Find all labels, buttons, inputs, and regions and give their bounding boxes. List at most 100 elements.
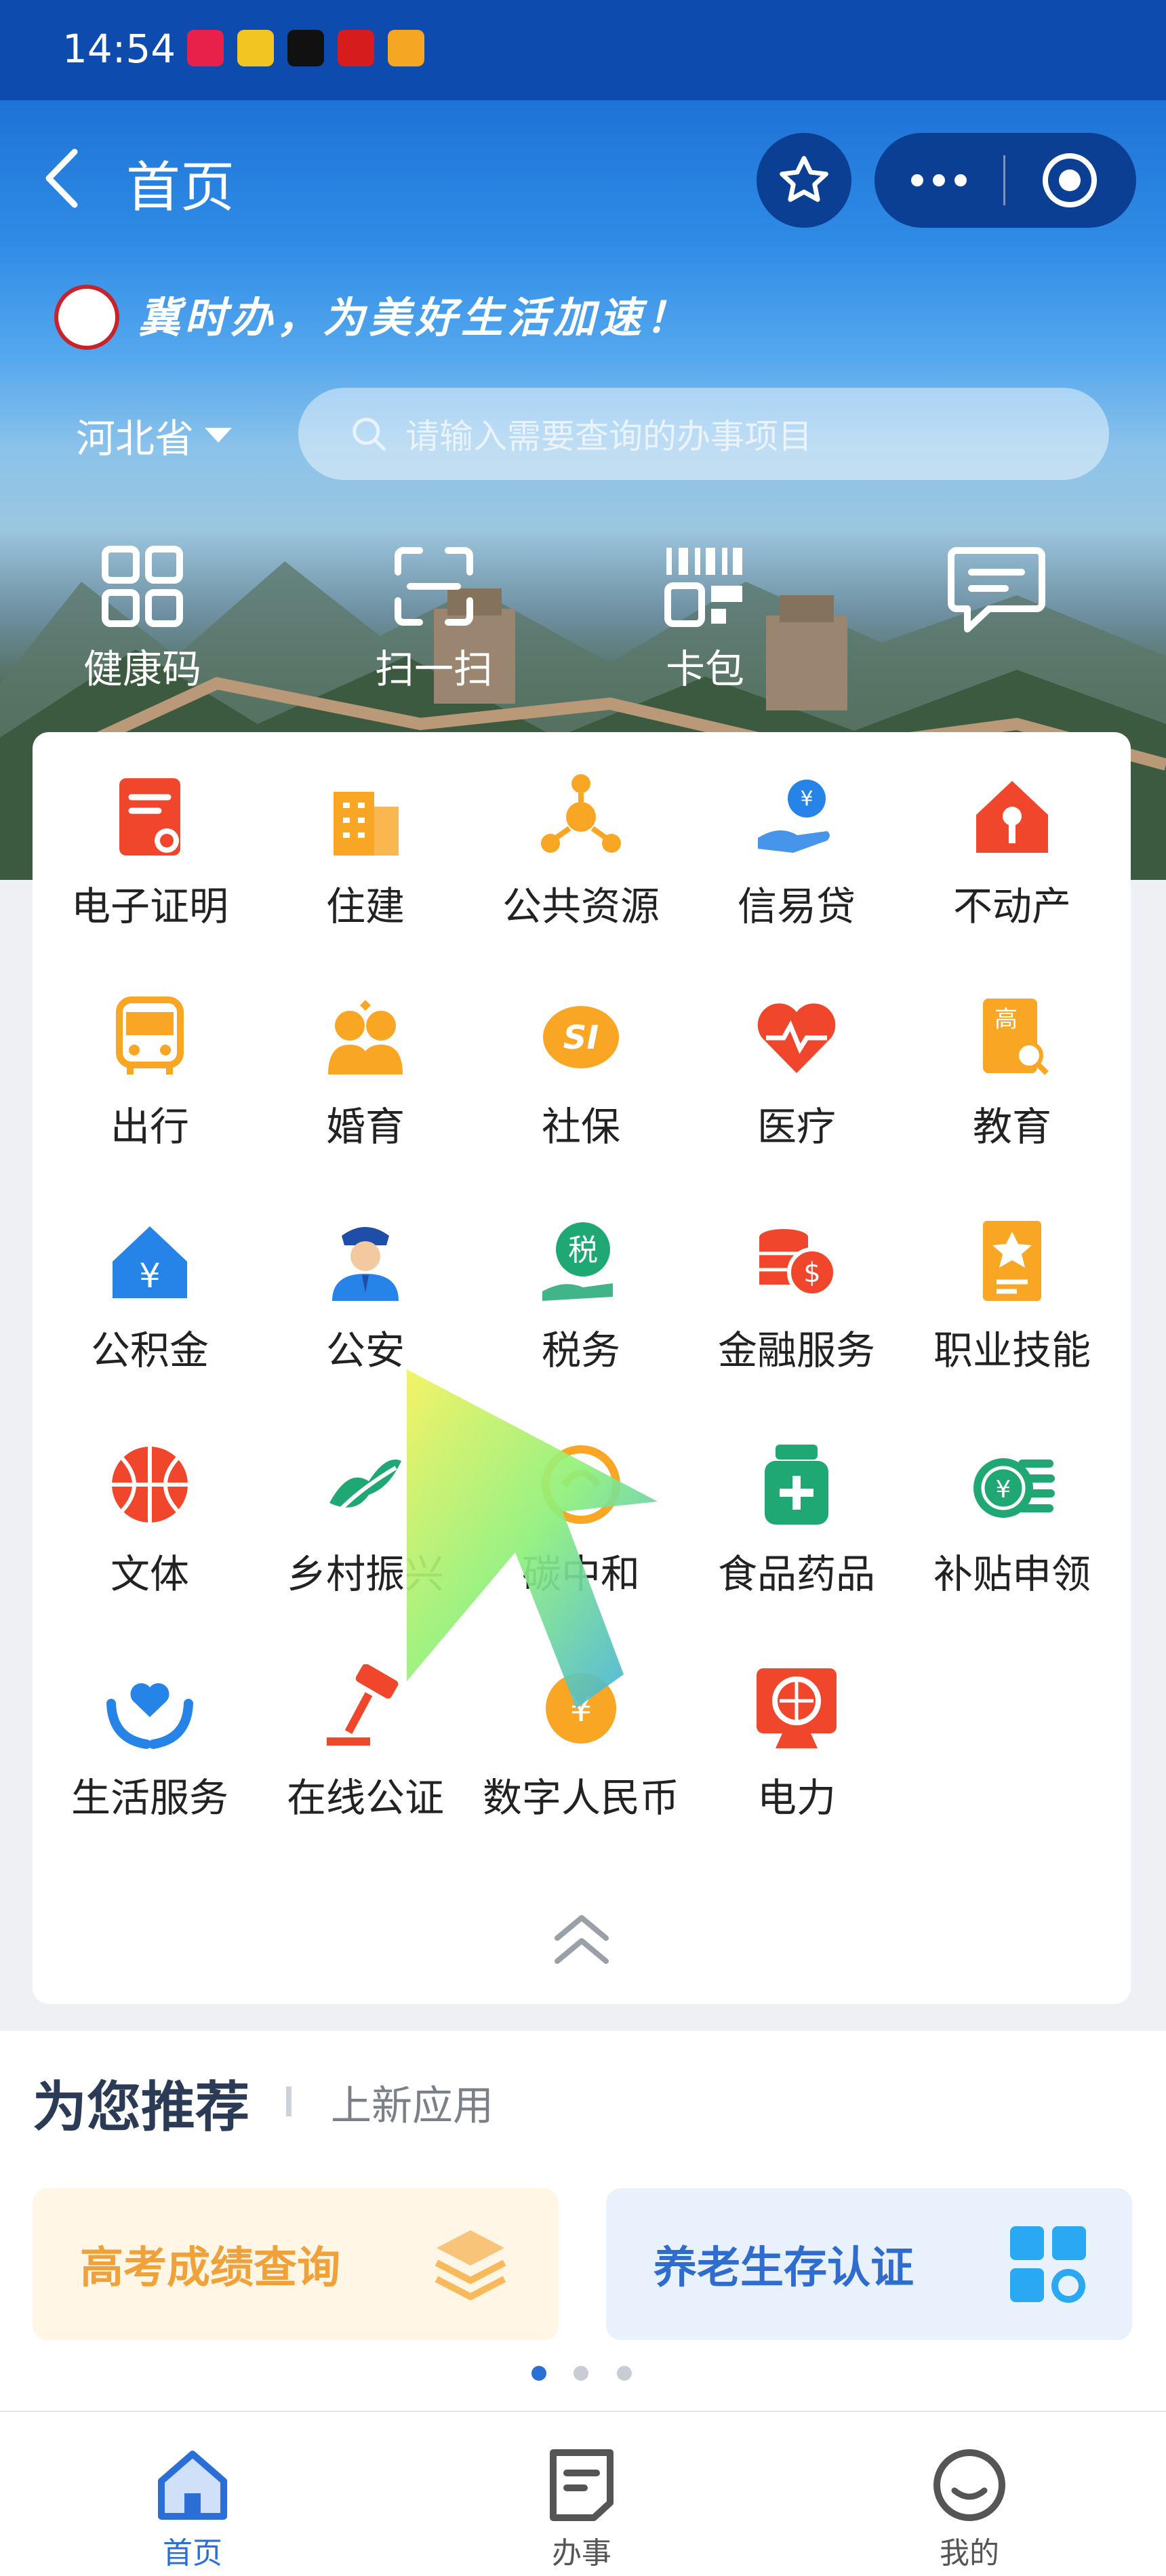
tab-home[interactable]: 首页 <box>104 2446 281 2572</box>
search-bar[interactable]: 请输入需要查询的办事项目 <box>298 388 1109 480</box>
service-label: 文体 <box>110 1551 189 1597</box>
tab-label: 办事 <box>552 2536 611 2571</box>
search-input[interactable]: 请输入需要查询的办事项目 <box>405 409 812 458</box>
government-logo <box>54 285 119 350</box>
service-item[interactable]: $ 金融服务 <box>689 1217 904 1400</box>
recommend-section: 为您推荐 上新应用 高考成绩查询 养老生存认证 <box>0 2031 1166 2411</box>
service-label: 医疗 <box>757 1104 836 1150</box>
svg-text:税: 税 <box>568 1233 598 1268</box>
qr-grid-icon <box>102 546 183 627</box>
home-icon <box>158 2451 227 2520</box>
notification-app-icon <box>187 30 224 66</box>
notification-app-icon <box>388 30 424 66</box>
service-label: 信易贷 <box>737 883 856 929</box>
svg-text:¥: ¥ <box>996 1476 1011 1504</box>
service-label: 公积金 <box>90 1327 209 1373</box>
province-label: 河北省 <box>76 416 195 462</box>
quick-label: 卡包 <box>665 646 744 692</box>
service-item[interactable]: 电子证明 <box>42 773 258 956</box>
more-button[interactable] <box>875 133 1003 228</box>
service-label: 婚育 <box>325 1104 405 1150</box>
message-icon <box>948 547 1045 632</box>
pointer-cursor-icon <box>407 1369 658 1708</box>
service-item[interactable]: 食品药品 <box>689 1441 904 1624</box>
service-item[interactable]: 婚育 <box>258 993 473 1176</box>
recommend-card-label: 高考成绩查询 <box>80 2243 340 2293</box>
service-item[interactable]: 医疗 <box>689 993 904 1176</box>
tab-services[interactable]: 办事 <box>494 2446 670 2572</box>
svg-text:高: 高 <box>994 1006 1018 1033</box>
service-item[interactable]: 住建 <box>258 773 473 956</box>
service-label: 不动产 <box>952 883 1071 929</box>
pager-dot <box>617 2366 632 2381</box>
service-item[interactable]: 文体 <box>42 1441 258 1624</box>
layers-icon <box>435 2230 506 2300</box>
service-item[interactable]: 职业技能 <box>904 1217 1120 1400</box>
quick-card-wallet[interactable]: 卡包 <box>617 542 793 698</box>
education-icon: 高 <box>968 993 1056 1081</box>
service-label: 住建 <box>325 883 405 929</box>
service-label: 数字人民币 <box>482 1775 679 1821</box>
police-icon <box>321 1217 409 1305</box>
service-item[interactable]: 高教育 <box>904 993 1120 1176</box>
housing-fund-icon: ¥ <box>106 1217 194 1305</box>
service-item[interactable]: 电力 <box>689 1664 904 1847</box>
banner-slogan: 冀时办，为美好生活加速！ <box>138 293 692 342</box>
back-arrow-icon[interactable] <box>39 148 87 209</box>
coins-icon: $ <box>752 1217 841 1305</box>
service-label: 电力 <box>757 1775 836 1821</box>
quick-label: 健康码 <box>83 646 201 692</box>
barcode-card-icon <box>664 548 742 627</box>
service-item[interactable]: 生活服务 <box>42 1664 258 1847</box>
quick-scan[interactable]: 扫一扫 <box>346 542 522 698</box>
service-item[interactable]: 不动产 <box>904 773 1120 956</box>
search-icon <box>353 418 386 451</box>
service-label: 补贴申领 <box>933 1551 1091 1597</box>
service-label: 社保 <box>541 1104 620 1150</box>
service-label: 公共资源 <box>502 883 660 929</box>
certificate-icon <box>106 773 194 861</box>
star-icon <box>780 156 828 202</box>
target-close-icon <box>1043 153 1097 207</box>
subsidy-icon: ¥ <box>968 1441 1056 1529</box>
couple-icon <box>321 993 409 1081</box>
building-icon <box>321 773 409 861</box>
skill-badge-icon <box>968 1217 1056 1305</box>
tab-mine[interactable]: 我的 <box>881 2446 1058 2572</box>
bottom-tab-bar: 首页 办事 我的 <box>0 2411 1166 2576</box>
service-label: 金融服务 <box>717 1327 875 1373</box>
collapse-chevron-icon[interactable] <box>548 1908 616 1969</box>
province-selector[interactable]: 河北省 <box>76 407 233 464</box>
status-time: 14:54 <box>62 26 176 72</box>
close-miniapp-button[interactable] <box>1005 133 1134 228</box>
recommend-card-pension[interactable]: 养老生存认证 <box>606 2188 1132 2340</box>
service-label: 食品药品 <box>717 1551 875 1597</box>
status-bar: 14:54 <box>0 0 1166 100</box>
tab-label: 我的 <box>940 2536 999 2571</box>
title-divider <box>286 2087 292 2116</box>
recommend-subtitle[interactable]: 上新应用 <box>331 2073 494 2132</box>
quick-health-code[interactable]: 健康码 <box>54 542 230 698</box>
basketball-icon <box>106 1441 194 1529</box>
caret-down-icon <box>205 428 233 443</box>
house-key-icon <box>968 773 1056 861</box>
service-item[interactable]: 出行 <box>42 993 258 1176</box>
apps-gear-icon <box>1010 2226 1086 2303</box>
loan-hand-icon: ¥ <box>752 773 841 861</box>
service-item[interactable]: ¥ 公积金 <box>42 1217 258 1400</box>
service-item[interactable]: ¥ 补贴申领 <box>904 1441 1120 1624</box>
service-item[interactable]: 公共资源 <box>473 773 689 956</box>
service-label: 电子证明 <box>71 883 228 929</box>
quick-message[interactable] <box>908 542 1085 698</box>
service-item[interactable]: ¥ 信易贷 <box>689 773 904 956</box>
recommend-card-gaokao[interactable]: 高考成绩查询 <box>33 2188 559 2340</box>
favorite-button[interactable] <box>757 133 851 228</box>
network-icon <box>537 773 625 861</box>
bus-icon <box>106 993 194 1081</box>
service-item[interactable]: SI 社保 <box>473 993 689 1176</box>
tab-label: 首页 <box>163 2536 222 2571</box>
quick-label: 扫一扫 <box>374 646 493 692</box>
scan-icon <box>395 547 473 626</box>
service-label: 职业技能 <box>933 1327 1091 1373</box>
more-dots-icon <box>911 174 923 186</box>
